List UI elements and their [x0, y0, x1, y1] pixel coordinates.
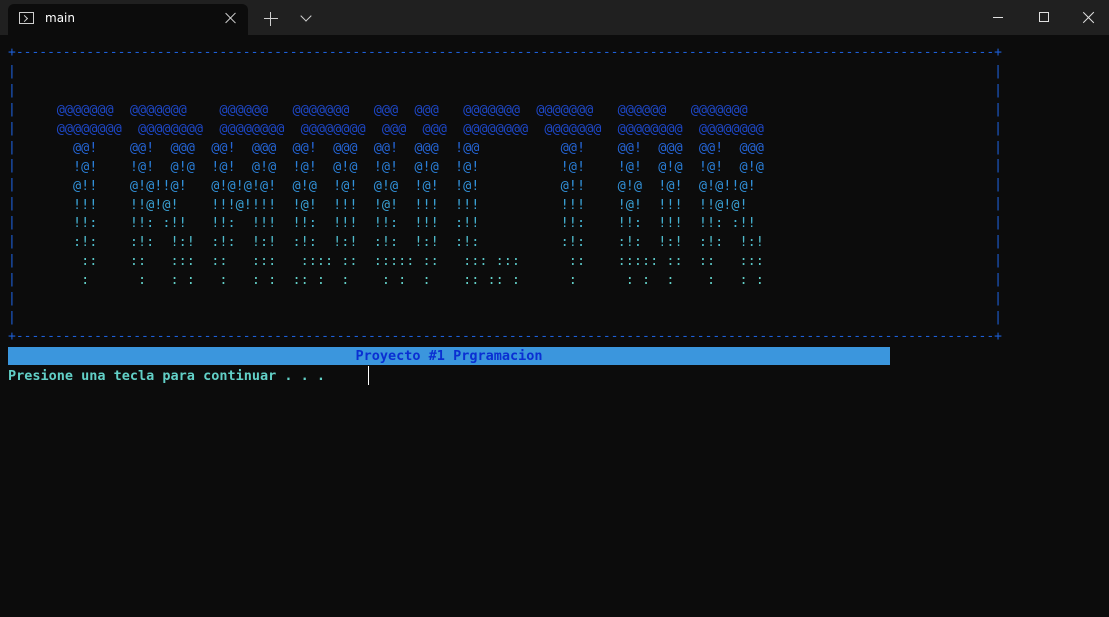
tab-close-icon[interactable] [223, 10, 239, 26]
ascii-art-line: @@@@@@@@ @@@@@@@@ @@@@@@@@ @@@@@@@@ @@@ … [8, 120, 764, 137]
ascii-art-line: !!: !!: :!! !!: !!! !!: !!! !!: !!! :!! … [8, 215, 756, 232]
ascii-art-line: :: :: ::: :: ::: :::: :: ::::: :: ::: ::… [8, 253, 764, 270]
chevron-down-icon[interactable] [299, 12, 313, 22]
ascii-art-line: @@@@@@@ @@@@@@@ @@@@@@ @@@@@@@ @@@ @@@ @… [8, 102, 748, 118]
title-bar: main [0, 0, 1109, 35]
project-banner: Proyecto #1 Prgramacion [8, 347, 890, 365]
tab-main[interactable]: main [8, 4, 248, 35]
ascii-art-line: @@! @@! @@@ @@! @@@ @@! @@@ @@! @@@ !@@ … [8, 139, 764, 156]
close-window-button[interactable] [1067, 0, 1109, 35]
terminal-icon [19, 12, 34, 24]
new-tab-plus-icon[interactable] [263, 11, 279, 27]
ascii-art-line: @!! @!@!!@! @!@!@!@! @!@ !@! @!@ !@! !@!… [8, 177, 756, 194]
text-cursor [368, 366, 369, 385]
ascii-art-title: @@@@@@@ @@@@@@@ @@@@@@ @@@@@@@ @@@ @@@ @… [8, 101, 764, 290]
ascii-art-line: :!: :!: !:! :!: !:! :!: !:! :!: !:! :!: … [8, 234, 764, 251]
maximize-button[interactable] [1021, 0, 1067, 35]
ascii-art-line: : : : : : : : :: : : : : : :: :: : : : :… [8, 272, 764, 289]
ascii-art-line: !@! !@! @!@ !@! @!@ !@! @!@ !@! @!@ !@! … [8, 158, 764, 175]
tab-title: main [45, 11, 75, 25]
continue-prompt: Presione una tecla para continuar . . . [8, 368, 325, 384]
ascii-art-line: !!! !!@!@! !!!@!!!! !@! !!! !@! !!! !!! … [8, 196, 748, 213]
minimize-button[interactable] [975, 0, 1021, 35]
